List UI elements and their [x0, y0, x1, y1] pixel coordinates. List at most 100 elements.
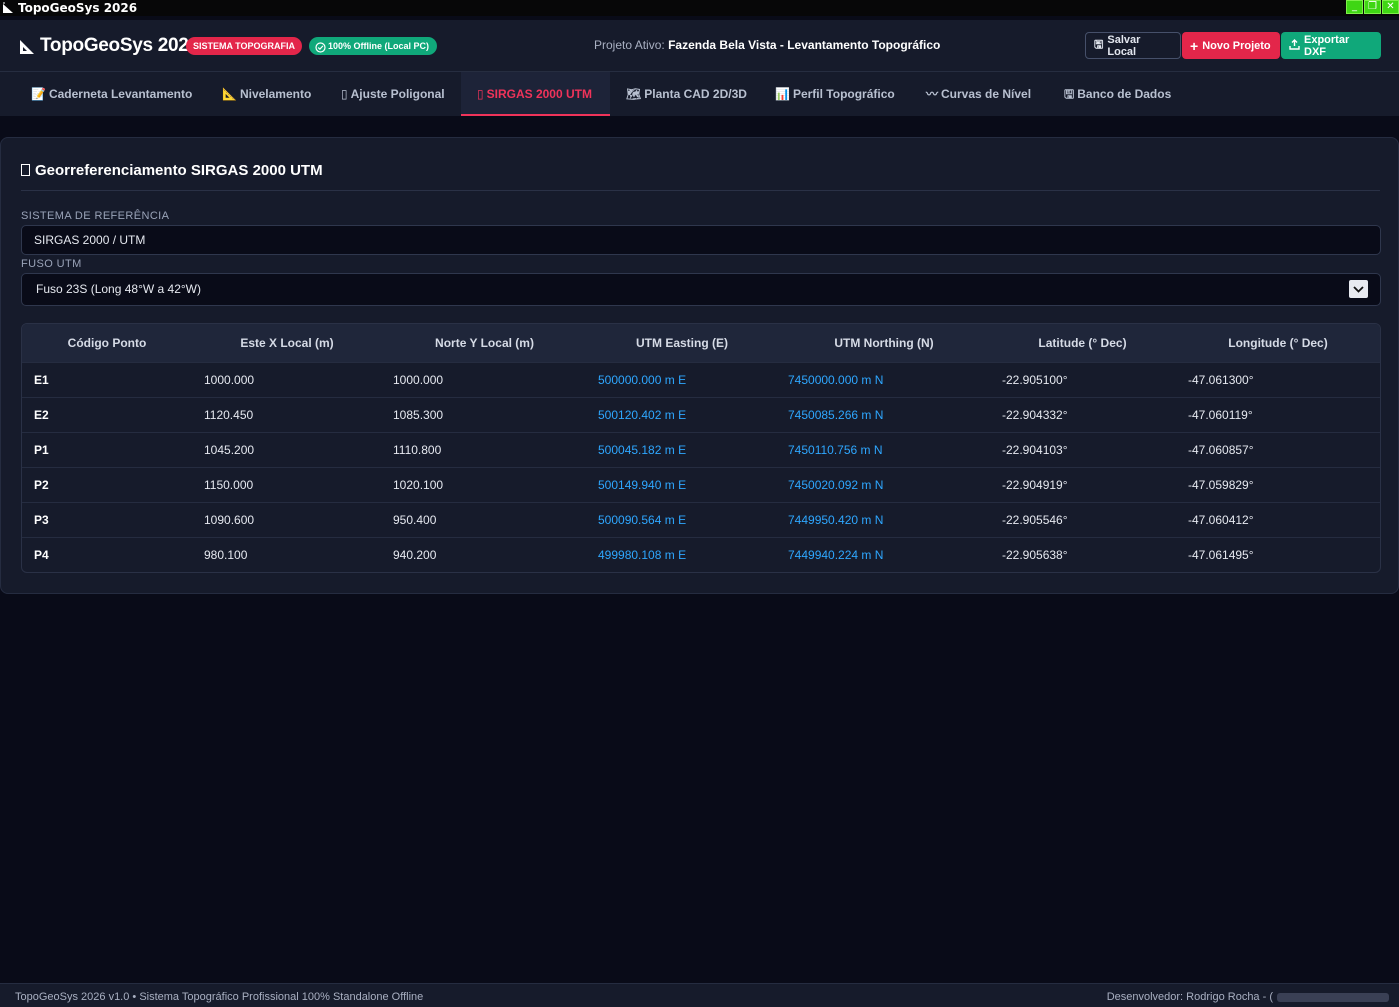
contour-icon: 〰: [926, 87, 939, 101]
notebook-icon: 📝: [31, 87, 46, 101]
tab-label: Planta CAD 2D/3D: [644, 87, 747, 101]
profile-chart-icon: 📊: [775, 87, 790, 101]
polygon-icon: ▯: [341, 87, 348, 101]
table-cell: 7450020.092 m N: [788, 478, 884, 492]
window-title: TopoGeoSys 2026: [18, 1, 138, 15]
chevron-down-icon[interactable]: [1349, 280, 1368, 298]
cad-icon: 🗺: [626, 87, 642, 101]
save-local-label: Salvar Local: [1107, 33, 1141, 58]
tab-banco-dados[interactable]: 🖫 Banco de Dados: [1048, 72, 1187, 116]
table-row: E2 1120.450 1085.300 500120.402 m E 7450085.…: [22, 398, 1380, 433]
table-cell: -47.060857°: [1188, 443, 1254, 457]
upload-icon: [1289, 38, 1300, 53]
new-project-button[interactable]: + Novo Projeto: [1182, 32, 1280, 59]
check-circle-icon: [315, 41, 326, 53]
close-icon[interactable]: ✕: [1382, 0, 1399, 14]
table-cell: 1045.200: [204, 443, 255, 457]
tab-nivelamento[interactable]: 📐 Nivelamento: [206, 72, 327, 116]
table-cell: 1085.300: [393, 408, 444, 422]
table-cell: 1020.100: [393, 478, 444, 492]
table-row: P1 1045.200 1110.800 500045.182 m E 7450110.…: [22, 433, 1380, 468]
table-cell: 7450085.266 m N: [788, 408, 884, 422]
tab-caderneta[interactable]: 📝 Caderneta Levantamento: [15, 72, 208, 116]
save-local-button[interactable]: 🖫 Salvar Local: [1085, 32, 1181, 59]
tab-sirgas[interactable]: ▯ SIRGAS 2000 UTM: [461, 72, 610, 116]
tab-ajuste-poligonal[interactable]: ▯ Ajuste Poligonal: [325, 72, 461, 116]
tab-label: Ajuste Poligonal: [350, 87, 445, 101]
tab-label: Perfil Topográfico: [792, 87, 895, 101]
table-cell: 7450110.756 m N: [788, 443, 883, 457]
tab-label: Caderneta Levantamento: [48, 87, 193, 101]
table-cell: -47.060412°: [1188, 513, 1254, 527]
footer-version: TopoGeoSys 2026 v1.0 • Sistema Topográfi…: [15, 991, 424, 1003]
table-cell: -22.904332°: [1002, 408, 1068, 422]
tab-label: Banco de Dados: [1077, 87, 1172, 101]
main-tabs: 📝 Caderneta Levantamento 📐 Nivelamento ▯ Aj…: [0, 72, 1399, 116]
table-cell: -22.905638°: [1002, 548, 1068, 562]
table-cell: -47.061300°: [1188, 373, 1254, 387]
new-project-label: Novo Projeto: [1202, 39, 1271, 52]
table-row: P4 980.100 940.200 499980.108 m E 7449940.22…: [22, 538, 1380, 572]
minimize-icon[interactable]: _: [1346, 0, 1363, 14]
system-badge: SISTEMA TOPOGRAFIA: [186, 37, 303, 55]
table-cell: E1: [34, 373, 49, 387]
table-cell: 7450000.000 m N: [788, 373, 884, 387]
tab-planta-cad[interactable]: 🗺 Planta CAD 2D/3D: [610, 72, 763, 116]
utm-zone-label: FUSO UTM: [21, 258, 82, 270]
table-cell: 499980.108 m E: [598, 548, 687, 562]
utm-zone-value: Fuso 23S (Long 48°W a 42°W): [36, 282, 202, 296]
col-header: Norte Y Local (m): [435, 336, 534, 350]
export-dxf-button[interactable]: Exportar DXF: [1281, 32, 1381, 59]
tab-curvas[interactable]: 〰 Curvas de Nível: [910, 72, 1047, 116]
set-square-icon: [18, 37, 36, 55]
footer-developer-text: Desenvolvedor: Rodrigo Rocha - (: [1106, 991, 1273, 1003]
sirgas-card: Georreferenciamento SIRGAS 2000 UTM SIST…: [0, 137, 1399, 594]
status-footer: TopoGeoSys 2026 v1.0 • Sistema Topográfi…: [0, 983, 1399, 1007]
brand-name: TopoGeoSys 2026: [40, 35, 199, 56]
offline-badge-label: 100% Offline (Local PC): [328, 41, 430, 51]
level-icon: 📐: [222, 87, 237, 101]
table-cell: -47.059829°: [1188, 478, 1254, 492]
table-cell: 1090.600: [204, 513, 255, 527]
table-cell: 1110.800: [393, 443, 442, 457]
tab-label: SIRGAS 2000 UTM: [486, 87, 592, 101]
tab-label: Curvas de Nível: [941, 87, 1032, 101]
app-header: TopoGeoSys 2026 SISTEMA TOPOGRAFIA 100% …: [0, 20, 1399, 72]
section-title-text: Georreferenciamento SIRGAS 2000 UTM: [35, 162, 323, 179]
table-cell: 500090.564 m E: [598, 513, 687, 527]
table-cell: 940.200: [393, 548, 437, 562]
active-project: Projeto Ativo: Fazenda Bela Vista - Leva…: [594, 38, 940, 52]
utm-zone-select[interactable]: Fuso 23S (Long 48°W a 42°W): [21, 273, 1381, 306]
col-header: Código Ponto: [67, 336, 147, 350]
project-label: Projeto Ativo:: [594, 38, 665, 52]
table-row: P2 1150.000 1020.100 500149.940 m E 7450020.…: [22, 468, 1380, 503]
tab-perfil[interactable]: 📊 Perfil Topográfico: [759, 72, 911, 116]
window-controls: _ ❐ ✕: [1346, 0, 1399, 14]
table-cell: 980.100: [204, 548, 248, 562]
col-header: Latitude (° Dec): [1038, 336, 1127, 350]
table-cell: P4: [34, 548, 49, 562]
col-header: UTM Northing (N): [834, 336, 934, 350]
table-cell: 500000.000 m E: [598, 373, 687, 387]
footer-developer: Desenvolvedor: Rodrigo Rocha - (: [1107, 991, 1389, 1003]
table-row: P3 1090.600 950.400 500090.564 m E 7449950.4…: [22, 503, 1380, 538]
table-cell: 7449940.224 m N: [788, 548, 884, 562]
table-cell: 1120.450: [204, 408, 254, 422]
maximize-icon[interactable]: ❐: [1364, 0, 1381, 14]
table-cell: P1: [34, 443, 49, 457]
table-cell: -47.060119°: [1188, 408, 1253, 422]
table-cell: P3: [34, 513, 49, 527]
table-header: Código Ponto Este X Local (m) Norte Y Lo…: [22, 324, 1380, 363]
col-header: Este X Local (m): [240, 336, 334, 350]
table-cell: 500149.940 m E: [598, 478, 687, 492]
table-cell: 7449950.420 m N: [788, 513, 884, 527]
app-icon: [2, 2, 14, 14]
table-cell: -47.061495°: [1188, 548, 1254, 562]
table-cell: 500120.402 m E: [598, 408, 687, 422]
ref-system-input[interactable]: SIRGAS 2000 / UTM: [21, 225, 1381, 255]
globe-icon: [21, 164, 30, 176]
table-cell: -22.904103°: [1002, 443, 1068, 457]
table-cell: E2: [34, 408, 49, 422]
table-cell: -22.904919°: [1002, 478, 1068, 492]
tab-label: Nivelamento: [239, 87, 312, 101]
